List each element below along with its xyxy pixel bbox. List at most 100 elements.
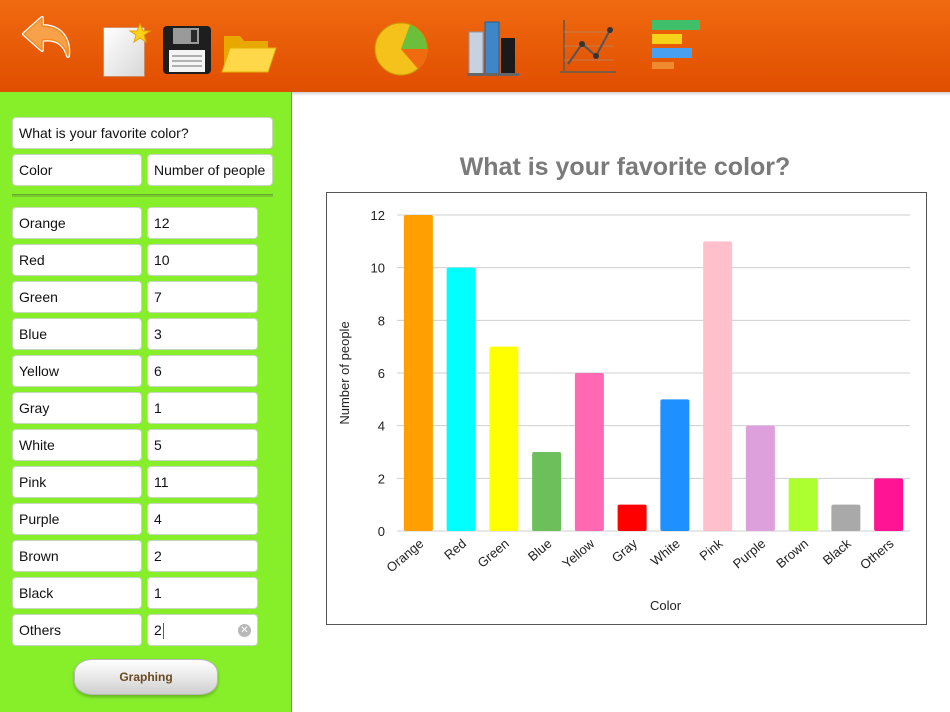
row-label-value: Pink — [19, 474, 47, 490]
open-button[interactable] — [220, 28, 278, 76]
row-label-value: Yellow — [19, 363, 59, 379]
y-tick-label: 10 — [371, 261, 385, 276]
x-tick-label: Green — [474, 536, 511, 571]
chart-title: What is your favorite color? — [459, 153, 791, 181]
row-label-input[interactable]: Red — [12, 244, 142, 276]
x-tick-label: White — [648, 536, 683, 569]
bar — [617, 504, 647, 531]
y-axis-label: Number of people — [337, 321, 352, 424]
row-value-value: 7 — [154, 289, 162, 305]
column1-header-input[interactable]: Color — [12, 154, 142, 186]
row-label-input[interactable]: White — [12, 429, 142, 461]
y-tick-label: 8 — [378, 313, 385, 328]
row-value-value: 10 — [154, 252, 170, 268]
y-tick-label: 2 — [378, 471, 385, 486]
column1-header-value: Color — [19, 162, 53, 178]
save-button[interactable] — [161, 24, 213, 76]
y-tick-label: 12 — [371, 208, 385, 223]
x-tick-label: Others — [857, 535, 897, 572]
y-tick-label: 0 — [378, 524, 385, 539]
y-tick-label: 6 — [378, 366, 385, 381]
bar-chart-icon — [467, 21, 519, 76]
bar — [745, 425, 775, 531]
toolbar — [0, 0, 950, 96]
row-label-input[interactable]: Green — [12, 281, 142, 313]
bar — [703, 241, 733, 532]
row-label-value: Gray — [19, 400, 50, 416]
row-label-input[interactable]: Orange — [12, 207, 142, 239]
row-label-value: Red — [19, 252, 45, 268]
row-label-input[interactable]: Pink — [12, 466, 142, 498]
row-label-value: Brown — [19, 548, 59, 564]
row-value-input[interactable]: 12 — [147, 207, 258, 239]
row-label-input[interactable]: Black — [12, 577, 142, 609]
bar — [446, 267, 476, 531]
line-chart-icon — [560, 20, 616, 73]
back-button[interactable] — [20, 10, 76, 66]
row-label-value: Green — [19, 289, 58, 305]
bar-chart-canvas: 0 2 4 6 8 10 12 Orange Red Green Blue Yellow Gray Whi… — [337, 208, 910, 613]
row-label-input[interactable]: Brown — [12, 540, 142, 572]
text-cursor — [162, 623, 164, 640]
x-tick-label: Gray — [609, 535, 641, 565]
x-tick-label: Red — [441, 536, 469, 563]
row-value-input[interactable]: 7 — [147, 281, 258, 313]
row-label-input[interactable]: Blue — [12, 318, 142, 350]
x-tick-label: Pink — [697, 535, 726, 563]
header-separator — [12, 194, 273, 197]
row-value-input[interactable]: 4 — [147, 503, 258, 535]
x-tick-label: Blue — [525, 536, 555, 564]
bar — [532, 452, 562, 531]
row-label-value: Purple — [19, 511, 60, 527]
bar-chart-button[interactable] — [466, 18, 522, 78]
row-value-input[interactable]: 3 — [147, 318, 258, 350]
row-value-value: 4 — [154, 511, 162, 527]
pie-chart-button[interactable] — [372, 20, 430, 78]
pie-chart-icon — [374, 22, 428, 76]
y-tick-label: 4 — [378, 419, 385, 434]
undo-arrow-icon — [22, 16, 71, 58]
row-value-value: 6 — [154, 363, 162, 379]
row-value-value: 1 — [154, 585, 162, 601]
row-label-input[interactable]: Gray — [12, 392, 142, 424]
row-value-input[interactable]: 2 ✕ — [147, 614, 258, 646]
row-label-input[interactable]: Purple — [12, 503, 142, 535]
horizontal-bar-button[interactable] — [650, 18, 706, 70]
column2-header-value: Number of people — [154, 162, 266, 178]
row-value-value: 2 — [154, 622, 162, 638]
clear-text-icon[interactable]: ✕ — [238, 624, 251, 637]
row-value-value: 3 — [154, 326, 162, 342]
row-value-input[interactable]: 10 — [147, 244, 258, 276]
bar — [660, 399, 690, 531]
row-value-input[interactable]: 6 — [147, 355, 258, 387]
line-chart-button[interactable] — [558, 18, 618, 78]
row-label-input[interactable]: Yellow — [12, 355, 142, 387]
new-button[interactable] — [100, 22, 152, 78]
bar — [831, 504, 861, 531]
row-label-input[interactable]: Others — [12, 614, 142, 646]
horizontal-bar-chart-icon — [652, 20, 700, 69]
row-label-value: Orange — [19, 215, 66, 231]
bar — [574, 373, 604, 531]
row-value-value: 12 — [154, 215, 170, 231]
graphing-button[interactable]: Graphing — [74, 659, 218, 695]
chart-title-input[interactable]: What is your favorite color? — [12, 117, 273, 149]
row-value-value: 2 — [154, 548, 162, 564]
data-entry-panel: What is your favorite color? Color Numbe… — [0, 92, 292, 712]
chart-title-value: What is your favorite color? — [19, 125, 189, 141]
row-value-input[interactable]: 2 — [147, 540, 258, 572]
row-value-input[interactable]: 1 — [147, 577, 258, 609]
column2-header-input[interactable]: Number of people — [147, 154, 273, 186]
row-label-value: Others — [19, 622, 62, 638]
x-tick-label: Yellow — [559, 535, 598, 571]
x-tick-label: Orange — [383, 536, 426, 575]
folder-icon — [221, 36, 277, 73]
bar — [788, 478, 818, 531]
row-value-input[interactable]: 1 — [147, 392, 258, 424]
row-value-input[interactable]: 11 — [147, 466, 258, 498]
row-value-input[interactable]: 5 — [147, 429, 258, 461]
row-value-value: 11 — [154, 474, 169, 490]
bar — [489, 346, 519, 531]
row-label-value: White — [19, 437, 55, 453]
bar — [874, 478, 904, 531]
